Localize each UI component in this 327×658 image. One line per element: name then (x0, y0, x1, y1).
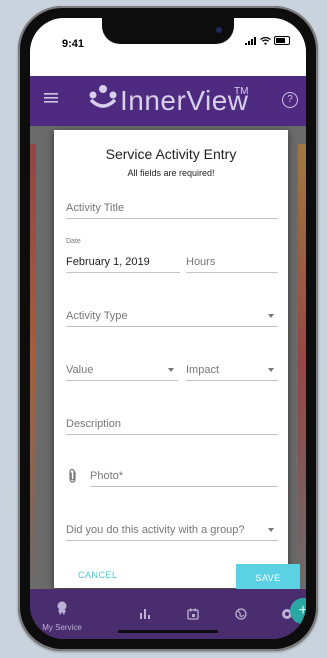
impact-select[interactable]: Impact (186, 352, 278, 381)
service-activity-dialog: Service Activity Entry All fields are re… (54, 130, 300, 592)
dialog-subtitle: All fields are required! (127, 168, 215, 178)
my-service-icon (57, 601, 67, 615)
globe-icon (235, 608, 247, 620)
activity-type-select[interactable]: Activity Type (66, 298, 278, 327)
home-indicator (118, 630, 218, 633)
signal-icon (245, 36, 256, 45)
date-value: February 1, 2019 (66, 256, 150, 268)
cancel-button[interactable]: CANCEL (78, 570, 118, 580)
hours-placeholder: Hours (186, 256, 216, 268)
camera-dot (216, 27, 222, 33)
date-label: Date (66, 238, 81, 245)
screen: 9:41 InnerView TM ? Service Activity Ent… (30, 18, 306, 639)
description-field[interactable]: Description (66, 406, 278, 435)
date-field[interactable]: Date February 1, 2019 (66, 238, 180, 273)
activity-type-dropdown-icon (268, 314, 274, 318)
activity-title-placeholder: Activity Title (66, 202, 125, 214)
notch (102, 18, 234, 44)
status-bar: 9:41 (30, 18, 306, 76)
save-button[interactable]: SAVE (236, 564, 300, 592)
value-dropdown-icon (168, 368, 174, 372)
value-placeholder: Value (66, 364, 94, 376)
status-icons (245, 36, 290, 45)
status-time: 9:41 (62, 38, 85, 50)
group-activity-placeholder: Did you do this activity with a group? (66, 524, 245, 536)
nav-item-my-service[interactable]: My Service (40, 589, 84, 639)
menu-icon[interactable] (44, 92, 58, 104)
value-select[interactable]: Value (66, 352, 178, 381)
calendar-icon (187, 608, 199, 620)
trademark: TM (234, 86, 249, 97)
description-placeholder: Description (66, 418, 122, 430)
battery-icon (274, 36, 290, 45)
logo-mark-icon (89, 85, 117, 108)
group-activity-select[interactable]: Did you do this activity with a group? (66, 512, 278, 541)
impact-dropdown-icon (268, 368, 274, 372)
help-icon[interactable]: ? (282, 92, 298, 108)
background-card-right (298, 144, 306, 584)
stats-icon (140, 609, 150, 619)
group-activity-dropdown-icon (268, 528, 274, 532)
hours-field[interactable]: Hours (186, 244, 278, 273)
photo-field[interactable]: Photo* (90, 458, 278, 487)
app-bar: InnerView TM ? (30, 76, 306, 126)
nav-label-my-service: My Service (42, 623, 82, 632)
nav-item-globe[interactable] (226, 589, 256, 639)
background-card-left (30, 144, 36, 584)
activity-title-field[interactable]: Activity Title (66, 190, 278, 219)
app-title: InnerView (120, 85, 249, 116)
activity-type-placeholder: Activity Type (66, 310, 128, 322)
phone-frame: 9:41 InnerView TM ? Service Activity Ent… (18, 6, 318, 651)
impact-placeholder: Impact (186, 364, 220, 376)
wifi-icon (260, 36, 271, 45)
dialog-title: Service Activity Entry (105, 146, 237, 162)
paperclip-icon[interactable] (66, 468, 80, 484)
photo-placeholder: Photo* (90, 470, 124, 482)
